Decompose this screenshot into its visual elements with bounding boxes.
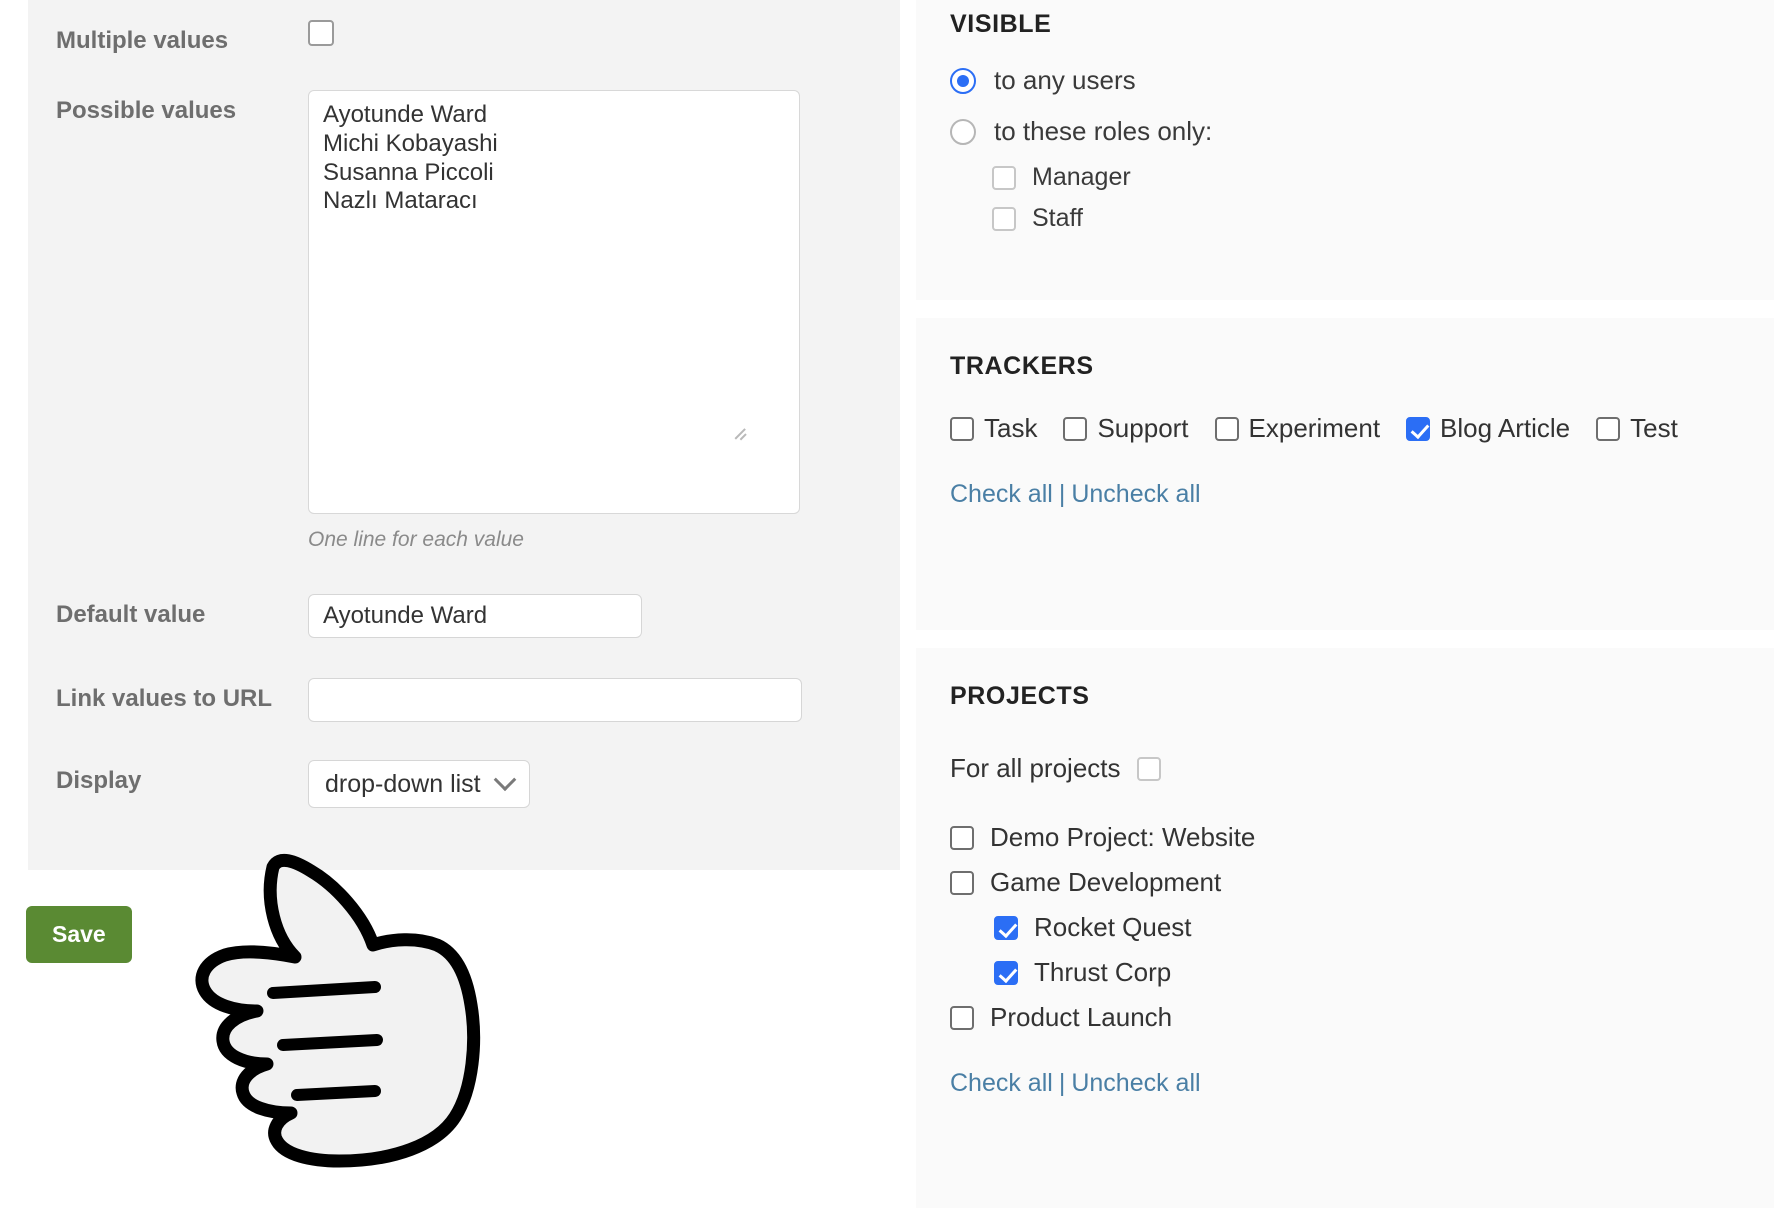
display-label: Display — [56, 767, 142, 794]
tracker-support-label: Support — [1097, 413, 1189, 443]
radio-roles-only-label: to these roles only: — [994, 116, 1213, 146]
default-value-row: Default value Ayotunde Ward — [28, 594, 900, 638]
possible-values-label: Possible values — [56, 97, 237, 124]
project-demo-website-checkbox[interactable] — [950, 825, 974, 850]
panel-divider-2 — [916, 630, 1774, 648]
role-item-manager[interactable]: Manager — [992, 163, 1740, 192]
tracker-item-blog-article[interactable]: Blog Article — [1406, 413, 1570, 444]
multiple-values-row: Multiple values — [28, 20, 900, 56]
possible-values-field: Ayotunde Ward Michi Kobayashi Susanna Pi… — [308, 90, 900, 552]
possible-values-textarea[interactable]: Ayotunde Ward Michi Kobayashi Susanna Pi… — [308, 90, 800, 514]
projects-check-all-link[interactable]: Check all — [950, 1069, 1053, 1097]
for-all-projects-label: For all projects — [950, 753, 1121, 783]
visible-option-any-users[interactable]: to any users — [950, 65, 1740, 96]
trackers-check-all-link[interactable]: Check all — [950, 480, 1053, 508]
link-values-field — [308, 678, 900, 722]
project-rocket-quest-label: Rocket Quest — [1034, 912, 1192, 942]
role-manager-label: Manager — [1032, 163, 1131, 191]
tracker-test-checkbox[interactable] — [1596, 416, 1621, 441]
tracker-item-experiment[interactable]: Experiment — [1214, 413, 1381, 444]
trackers-list: Task Support Experiment Blog Article Tes… — [950, 413, 1740, 444]
for-all-projects-row[interactable]: For all projects — [950, 753, 1740, 784]
project-thrust-corp-checkbox[interactable] — [994, 960, 1018, 985]
multiple-values-label: Multiple values — [56, 27, 229, 54]
project-game-development-checkbox[interactable] — [950, 870, 974, 895]
project-item-product-launch[interactable]: Product Launch — [950, 1002, 1740, 1033]
link-values-input[interactable] — [308, 678, 802, 722]
role-item-staff[interactable]: Staff — [992, 204, 1740, 233]
tracker-experiment-label: Experiment — [1248, 413, 1381, 443]
link-values-row: Link values to URL — [28, 678, 900, 722]
radio-any-users-icon[interactable] — [950, 67, 976, 94]
display-select-value: drop-down list — [325, 769, 481, 798]
tracker-task-checkbox[interactable] — [950, 416, 974, 441]
trackers-uncheck-all-link[interactable]: Uncheck all — [1071, 480, 1200, 508]
radio-roles-only-icon[interactable] — [950, 118, 976, 145]
tracker-experiment-checkbox[interactable] — [1214, 416, 1239, 441]
project-product-launch-label: Product Launch — [990, 1002, 1173, 1032]
radio-any-users-label: to any users — [994, 65, 1136, 95]
display-select[interactable]: drop-down list — [308, 760, 530, 808]
tracker-task-label: Task — [984, 413, 1038, 443]
default-value-field: Ayotunde Ward — [308, 594, 900, 638]
projects-uncheck-all-link[interactable]: Uncheck all — [1071, 1069, 1200, 1097]
project-product-launch-checkbox[interactable] — [950, 1005, 974, 1030]
projects-bulk-links: Check all | Uncheck all — [950, 1069, 1740, 1098]
display-field: drop-down list — [308, 760, 900, 808]
project-item-rocket-quest[interactable]: Rocket Quest — [994, 912, 1740, 943]
role-staff-checkbox[interactable] — [992, 206, 1016, 231]
field-settings-page: Multiple values Possible values Ayotunde… — [0, 0, 1774, 1220]
visible-title: VISIBLE — [950, 10, 1052, 38]
chevron-down-icon — [493, 768, 516, 792]
multiple-values-field — [308, 20, 900, 46]
visible-card: VISIBLE to any users to these roles only… — [916, 0, 1774, 300]
for-all-projects-checkbox[interactable] — [1136, 756, 1161, 781]
display-row: Display drop-down list — [28, 760, 900, 808]
project-item-thrust-corp[interactable]: Thrust Corp — [994, 957, 1740, 988]
tracker-item-task[interactable]: Task — [950, 413, 1037, 444]
projects-card: PROJECTS For all projects Demo Project: … — [916, 648, 1774, 1208]
pointing-hand-cursor-icon — [125, 845, 525, 1180]
multiple-values-checkbox[interactable] — [308, 20, 334, 46]
project-item-game-development[interactable]: Game Development — [950, 867, 1740, 898]
possible-values-hint: One line for each value — [308, 528, 524, 551]
link-values-label: Link values to URL — [56, 685, 273, 712]
trackers-title: TRACKERS — [950, 352, 1094, 380]
tracker-blog-article-label: Blog Article — [1440, 413, 1571, 443]
tracker-blog-article-checkbox[interactable] — [1406, 416, 1431, 441]
custom-field-form-panel: Multiple values Possible values Ayotunde… — [28, 0, 900, 870]
trackers-link-separator: | — [1058, 480, 1066, 508]
default-value-label: Default value — [56, 601, 206, 628]
project-demo-website-label: Demo Project: Website — [990, 822, 1256, 852]
trackers-card: TRACKERS Task Support Experiment Blog Ar… — [916, 318, 1774, 630]
default-value-input[interactable]: Ayotunde Ward — [308, 594, 642, 638]
tracker-item-support[interactable]: Support — [1063, 413, 1189, 444]
sidebar-panels: VISIBLE to any users to these roles only… — [916, 0, 1774, 1208]
possible-values-row: Possible values Ayotunde Ward Michi Koba… — [28, 90, 900, 552]
projects-link-separator: | — [1058, 1069, 1066, 1097]
trackers-bulk-links: Check all | Uncheck all — [950, 480, 1740, 509]
save-button[interactable]: Save — [26, 906, 132, 963]
role-manager-checkbox[interactable] — [992, 165, 1016, 190]
project-rocket-quest-checkbox[interactable] — [994, 915, 1018, 940]
panel-divider — [916, 300, 1774, 318]
role-staff-label: Staff — [1032, 204, 1083, 232]
project-item-demo-website[interactable]: Demo Project: Website — [950, 822, 1740, 853]
project-game-development-label: Game Development — [990, 867, 1222, 897]
tracker-support-checkbox[interactable] — [1063, 416, 1088, 441]
project-thrust-corp-label: Thrust Corp — [1034, 957, 1172, 987]
projects-title: PROJECTS — [950, 682, 1090, 710]
tracker-item-test[interactable]: Test — [1596, 413, 1678, 444]
textarea-resize-handle-icon[interactable] — [731, 422, 747, 440]
tracker-test-label: Test — [1630, 413, 1678, 443]
visible-option-roles-only[interactable]: to these roles only: — [950, 116, 1740, 147]
